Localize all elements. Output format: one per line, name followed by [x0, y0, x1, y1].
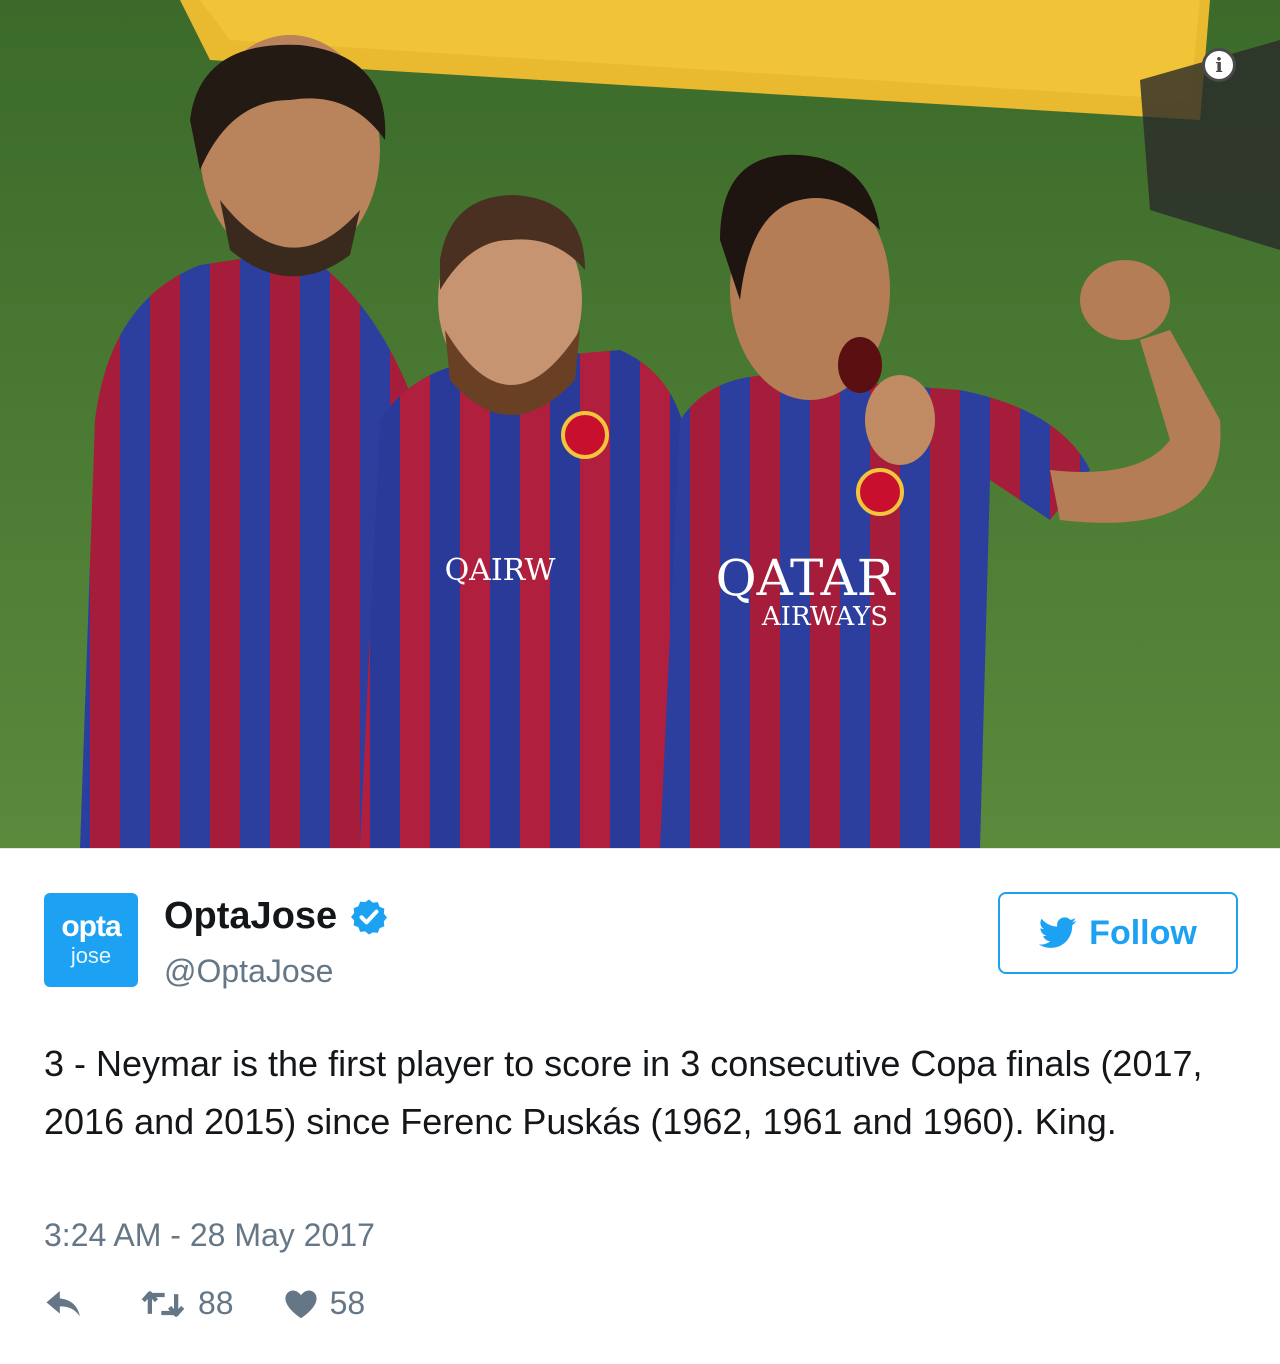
like-button[interactable]: 58 — [284, 1285, 366, 1322]
tweet-card: opta jose OptaJose @OptaJose Follow 3 - … — [0, 848, 1280, 1364]
reply-icon — [46, 1290, 80, 1316]
display-name[interactable]: OptaJose — [164, 895, 337, 938]
reply-button[interactable] — [44, 1289, 84, 1319]
tweet-text: 3 - Neymar is the first player to score … — [44, 1043, 1203, 1142]
sponsor-logo-text: QATAR — [716, 549, 896, 607]
heart-icon — [285, 1290, 317, 1318]
tweet-photo[interactable]: QATAR AIRWAYS QAIRW i — [0, 0, 1280, 848]
celebration-photo-illustration: QATAR AIRWAYS QAIRW — [0, 0, 1280, 848]
partial-sponsor-text: QAIRW — [445, 553, 556, 588]
sponsor-logo-subtext: AIRWAYS — [761, 602, 888, 632]
retweet-button[interactable]: 88 — [140, 1285, 234, 1322]
follow-button[interactable]: Follow — [998, 892, 1238, 974]
follow-label: Follow — [1089, 913, 1197, 952]
handle[interactable]: @OptaJose — [164, 953, 333, 990]
avatar-line2: jose — [70, 943, 112, 968]
tweet-actions: 88 58 — [44, 1285, 365, 1322]
info-icon[interactable]: i — [1202, 48, 1236, 82]
retweet-count: 88 — [198, 1285, 234, 1321]
like-count: 58 — [329, 1285, 366, 1321]
avatar-line1: opta — [61, 910, 121, 943]
twitter-bird-icon — [1039, 917, 1077, 948]
verified-icon — [351, 899, 388, 934]
avatar[interactable]: opta jose — [44, 893, 138, 987]
timestamp[interactable]: 3:24 AM - 28 May 2017 — [44, 1217, 375, 1254]
retweet-icon — [141, 1290, 185, 1317]
name-row: OptaJose — [164, 895, 389, 938]
